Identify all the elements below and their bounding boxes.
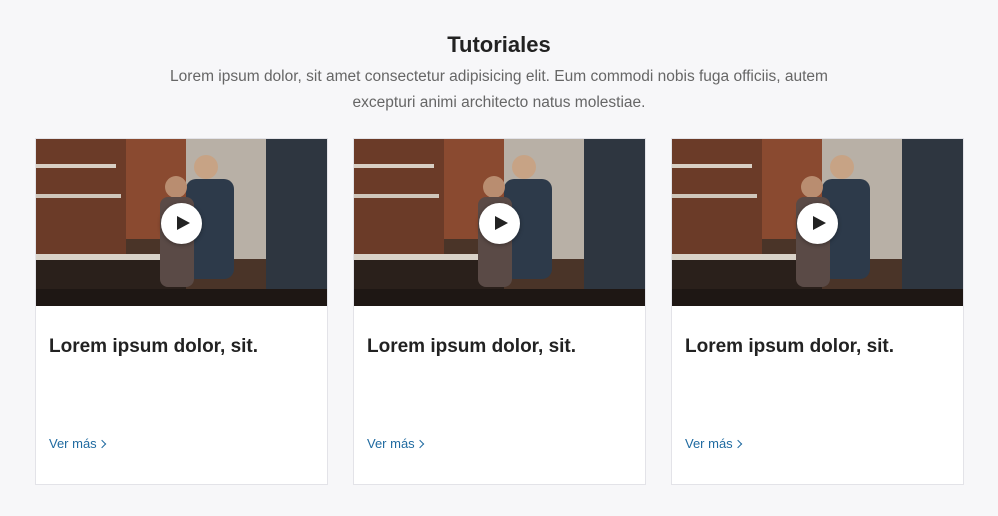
chevron-right-icon <box>97 439 106 449</box>
tutorial-card: Lorem ipsum dolor, sit. Ver más <box>671 138 964 485</box>
section-subtitle: Lorem ipsum dolor, sit amet consectetur … <box>170 68 828 111</box>
tutorial-card: Lorem ipsum dolor, sit. Ver más <box>353 138 646 485</box>
ver-mas-label: Ver más <box>685 436 733 451</box>
ver-mas-link[interactable]: Ver más <box>367 436 424 451</box>
tutorials-section: Tutoriales Lorem ipsum dolor, sit amet c… <box>0 0 998 516</box>
ver-mas-link[interactable]: Ver más <box>685 436 742 451</box>
ver-mas-label: Ver más <box>49 436 97 451</box>
card-title: Lorem ipsum dolor, sit. <box>367 336 577 357</box>
section-title: Tutoriales <box>447 32 551 57</box>
card-title: Lorem ipsum dolor, sit. <box>685 336 895 357</box>
chevron-right-icon <box>415 439 424 449</box>
play-icon[interactable] <box>479 203 520 244</box>
ver-mas-link[interactable]: Ver más <box>49 436 106 451</box>
tutorial-card: Lorem ipsum dolor, sit. Ver más <box>35 138 328 485</box>
play-icon[interactable] <box>161 203 202 244</box>
video-thumbnail[interactable] <box>672 139 963 306</box>
card-title: Lorem ipsum dolor, sit. <box>49 336 259 357</box>
video-thumbnail[interactable] <box>36 139 327 306</box>
play-icon[interactable] <box>797 203 838 244</box>
ver-mas-label: Ver más <box>367 436 415 451</box>
chevron-right-icon <box>733 439 742 449</box>
video-thumbnail[interactable] <box>354 139 645 306</box>
